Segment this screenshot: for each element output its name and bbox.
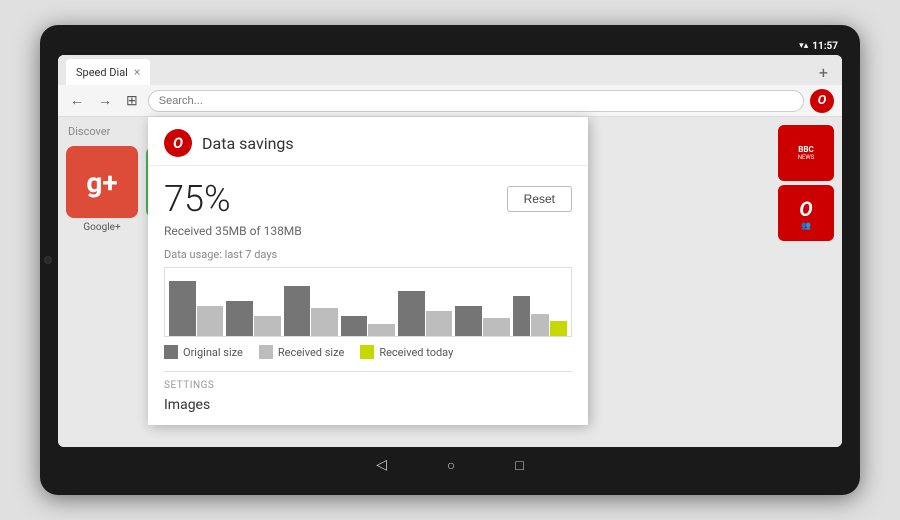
bar-received-5 [426,311,453,336]
bbc-tile[interactable]: BBC NEWS [778,125,834,181]
original-label: Original size [183,346,243,359]
bar-group-6 [455,306,509,336]
usage-label: Data usage: last 7 days [164,248,572,261]
bar-chart [164,267,572,337]
settings-label: SETTINGS [164,380,572,391]
data-savings-panel: O Data savings 75% Reset Received 35MB o… [148,117,588,425]
bar-group-1 [169,281,223,336]
bar-today-7 [550,321,567,336]
today-label: Received today [379,346,453,359]
bar-group-5 [398,291,452,336]
browser-content: Discover g+ Google+ 🔖 Bookmarks [58,117,842,447]
tablet-screen: Speed Dial × + ← → ⊞ O Discover [58,55,842,447]
bar-received-1 [197,306,224,336]
original-swatch [164,345,178,359]
speed-dial-item-gplus[interactable]: g+ Google+ [66,146,138,233]
right-tiles: BBC NEWS O 👥 [778,125,834,241]
back-nav-icon[interactable]: ◁ [376,457,387,473]
bar-original-4 [341,316,368,336]
legend-original: Original size [164,345,243,359]
browser-tab-bar: Speed Dial × + [58,55,842,85]
data-savings-header: O Data savings [148,117,588,166]
gplus-icon: g+ [86,166,117,199]
chart-legend: Original size Received size Received tod… [164,345,572,359]
percent-row: 75% Reset [164,178,572,220]
legend-today: Received today [360,345,453,359]
bbc-text: BBC [798,145,813,154]
data-savings-body: 75% Reset Received 35MB of 138MB Data us… [148,166,588,425]
data-subtitle: Received 35MB of 138MB [164,224,572,238]
gplus-tile[interactable]: g+ [66,146,138,218]
settings-divider [164,371,572,372]
bar-received-4 [368,324,395,336]
bar-group-7 [513,296,567,336]
browser-chrome: Speed Dial × + ← → ⊞ O [58,55,842,117]
bar-received-2 [254,316,281,336]
bar-group-2 [226,301,280,336]
tab-close-button[interactable]: × [134,65,140,79]
bar-group-4 [341,316,395,336]
home-nav-icon[interactable]: ○ [447,457,455,474]
bbc-news-text: NEWS [798,154,815,161]
tab-label: Speed Dial [76,66,128,79]
camera-bump [44,256,52,264]
opera-tile[interactable]: O 👥 [778,185,834,241]
bar-group-3 [284,286,338,336]
today-swatch [360,345,374,359]
opera-tile-users: 👥 [801,221,811,230]
address-bar[interactable] [148,90,804,112]
bar-original-5 [398,291,425,336]
legend-received: Received size [259,345,344,359]
data-savings-title: Data savings [202,134,294,153]
images-label[interactable]: Images [164,397,572,413]
recent-nav-icon[interactable]: □ [515,457,523,474]
status-bar: ▾▴ 11:57 [58,37,842,55]
new-tab-button[interactable]: + [813,63,834,82]
bar-received-3 [311,308,338,336]
grid-button[interactable]: ⊞ [122,91,142,111]
bar-received-6 [483,318,510,336]
forward-button[interactable]: → [94,90,116,111]
bar-original-3 [284,286,311,336]
bar-original-6 [455,306,482,336]
time-display: 11:57 [812,41,838,52]
browser-nav-bar: ← → ⊞ O [58,85,842,117]
bar-original-7 [513,296,530,336]
browser-tab-speed-dial[interactable]: Speed Dial × [66,59,150,85]
bar-original-2 [226,301,253,336]
back-button[interactable]: ← [66,90,88,111]
opera-tile-icon: O [799,197,812,221]
reset-button[interactable]: Reset [507,186,572,212]
opera-logo-button[interactable]: O [810,89,834,113]
tablet-bottom-nav: ◁ ○ □ [58,447,842,483]
opera-header-icon: O [164,129,192,157]
gplus-label: Google+ [83,222,120,233]
wifi-icon: ▾▴ [799,41,808,51]
received-label: Received size [278,346,344,359]
tablet-device: ▾▴ 11:57 Speed Dial × + ← → ⊞ O [40,25,860,495]
bar-original-1 [169,281,196,336]
status-icons: ▾▴ 11:57 [799,41,838,52]
received-swatch [259,345,273,359]
percent-display: 75% [164,178,231,220]
bar-received-7 [531,314,548,336]
